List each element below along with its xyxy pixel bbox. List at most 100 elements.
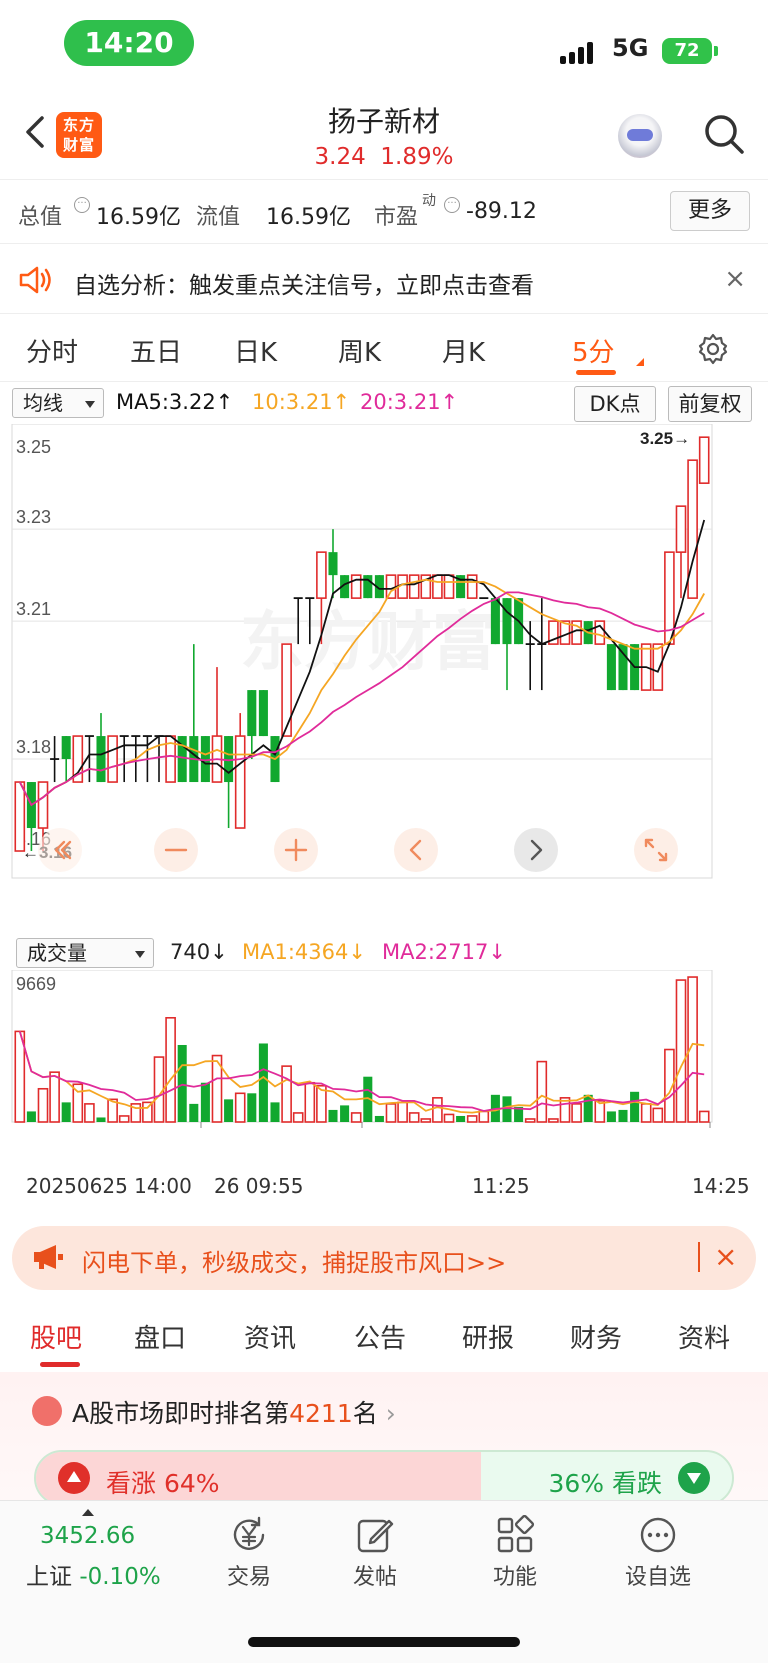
tab-daily-k[interactable]: 日K [234, 332, 277, 369]
volume-bar [374, 1115, 384, 1122]
volume-bar [258, 1043, 268, 1122]
price-tick-label: 3.21 [16, 599, 51, 619]
volume-value: 740↓ [170, 940, 228, 964]
banner-divider [698, 1242, 700, 1272]
ranking-suffix: 名 [352, 1399, 378, 1428]
fullscreen-icon[interactable] [634, 828, 678, 872]
bearish-arrow-icon[interactable] [678, 1462, 710, 1494]
quick-order-banner[interactable]: 闪电下单，秒级成交，捕捉股市风口>> × [12, 1226, 756, 1290]
bearish-label: 36% 看跌 [548, 1469, 662, 1498]
tab-weekly-k[interactable]: 周K [338, 332, 381, 369]
candle-body [200, 736, 210, 783]
candle-body [606, 644, 616, 691]
candle-body [258, 690, 268, 737]
volume-legend-row: 成交量 740↓ MA1:4364↓ MA2:2717↓ [0, 934, 768, 974]
more-button[interactable]: 更多 [670, 191, 750, 231]
dk-point-button[interactable]: DK点 [574, 386, 656, 422]
candle-body [652, 643, 664, 691]
network-type: 5G [612, 34, 649, 62]
time-axis: 20250625 14:00 26 09:55 11:25 14:25 [0, 1166, 768, 1206]
float-cap-value: 16.59亿 [266, 205, 351, 230]
nav-post[interactable]: 发帖 [330, 1515, 420, 1591]
volume-bar [200, 1082, 210, 1122]
index-change: -0.10% [79, 1564, 161, 1590]
indicator-selector[interactable]: 均线 [12, 388, 104, 418]
nav-add-watchlist[interactable]: 设自选 [608, 1515, 708, 1591]
price-tick-label: 3.23 [16, 507, 51, 527]
tab-pankou[interactable]: 盘口 [134, 1318, 186, 1355]
nav-functions-label: 功能 [492, 1565, 537, 1590]
volume-bar [443, 1113, 455, 1123]
settings-gear-icon[interactable] [696, 332, 730, 366]
analysis-notice[interactable]: 自选分析：触发重点关注信号，立即点击查看 × [0, 246, 768, 314]
adjust-button[interactable]: 前复权 [668, 386, 752, 422]
info-dots-icon[interactable]: ··· [74, 197, 90, 213]
content-tabs: 股吧 盘口 资讯 公告 研报 财务 资料 [0, 1300, 768, 1370]
grid-icon [497, 1515, 535, 1553]
more-dots-icon [640, 1517, 676, 1553]
scroll-right-icon[interactable] [514, 828, 558, 872]
volume-bar [37, 1087, 49, 1123]
volume-bar [96, 1117, 106, 1122]
candle-body [107, 735, 118, 783]
tab-guba[interactable]: 股吧 [30, 1318, 82, 1355]
index-info[interactable]: 上证 -0.10% [26, 1557, 161, 1591]
volume-bar [583, 1094, 593, 1122]
megaphone-icon [34, 1245, 63, 1269]
nav-post-label: 发帖 [352, 1565, 397, 1590]
nav-trade[interactable]: 交易 [204, 1515, 294, 1591]
index-expand-icon[interactable] [82, 1509, 94, 1516]
chevron-down-icon [85, 401, 95, 408]
tab-profile[interactable]: 资料 [678, 1318, 730, 1355]
search-icon[interactable] [702, 112, 746, 156]
tab-intraday[interactable]: 分时 [26, 332, 78, 369]
notice-close-icon[interactable]: × [724, 264, 746, 294]
tab-research[interactable]: 研报 [462, 1318, 514, 1355]
volume-bar [234, 1092, 246, 1123]
volume-bar [466, 1115, 478, 1123]
candle-body [502, 598, 512, 645]
zoom-out-icon[interactable] [154, 828, 198, 872]
watermark-text: 东方财富 [240, 606, 496, 680]
volume-ma1: MA1:4364↓ [242, 940, 366, 964]
volume-selector[interactable]: 成交量 [16, 938, 154, 968]
period-dropdown-icon[interactable] [636, 358, 644, 366]
zoom-in-icon[interactable] [274, 828, 318, 872]
tab-finance[interactable]: 财务 [570, 1318, 622, 1355]
volume-bar [652, 1107, 664, 1123]
tab-5-minute[interactable]: 5分 [572, 332, 615, 369]
candle-body [224, 736, 234, 783]
back-left-icon[interactable] [38, 828, 82, 872]
tab-five-day[interactable]: 五日 [130, 332, 182, 369]
volume-bar [524, 1118, 536, 1123]
candlestick-chart[interactable]: 3.253.233.213.183.16东方财富3.25→←3.16 [0, 424, 768, 934]
ranking-text[interactable]: A股市场即时排名第4211名 › [72, 1394, 396, 1430]
tab-announcements[interactable]: 公告 [354, 1318, 406, 1355]
volume-chart[interactable]: 9669 [0, 970, 768, 1166]
nav-functions[interactable]: 功能 [470, 1515, 560, 1591]
tab-news[interactable]: 资讯 [244, 1318, 296, 1355]
candle-body [408, 574, 420, 599]
candle-body [490, 598, 500, 645]
tab-monthly-k[interactable]: 月K [442, 332, 485, 369]
volume-bar [618, 1109, 628, 1122]
volume-bar [640, 1103, 652, 1123]
candle-body [247, 690, 257, 737]
assistant-robot-icon[interactable] [618, 114, 662, 158]
price-tick-label: 3.18 [16, 737, 51, 757]
candle-body [14, 781, 26, 852]
scroll-left-icon[interactable] [394, 828, 438, 872]
time-tick: 20250625 14:00 [26, 1174, 192, 1198]
candle-body [328, 552, 338, 576]
banner-close-icon[interactable]: × [714, 1240, 737, 1273]
volume-bar [26, 1111, 36, 1122]
volume-bar [153, 1056, 165, 1123]
active-tab-indicator [40, 1362, 80, 1367]
bullish-arrow-icon[interactable] [58, 1462, 90, 1494]
pe-value: -89.12 [466, 199, 537, 224]
total-cap-label: 总值 [18, 205, 63, 230]
volume-bar [165, 1017, 176, 1123]
volume-bar [420, 1118, 432, 1123]
pe-dots-icon[interactable]: ··· [444, 197, 460, 213]
bottom-navigation: 3452.66 上证 -0.10% 交易 发帖 功能 设自选 [0, 1500, 768, 1663]
